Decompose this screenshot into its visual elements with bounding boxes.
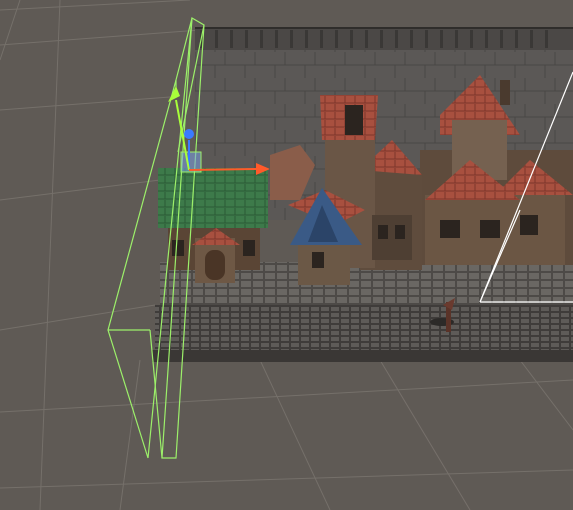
scene-viewport[interactable]	[0, 0, 573, 510]
scene-canvas[interactable]	[0, 0, 573, 510]
building-green-roof[interactable]	[158, 168, 268, 283]
gizmo-z-axis-icon[interactable]	[184, 129, 194, 139]
